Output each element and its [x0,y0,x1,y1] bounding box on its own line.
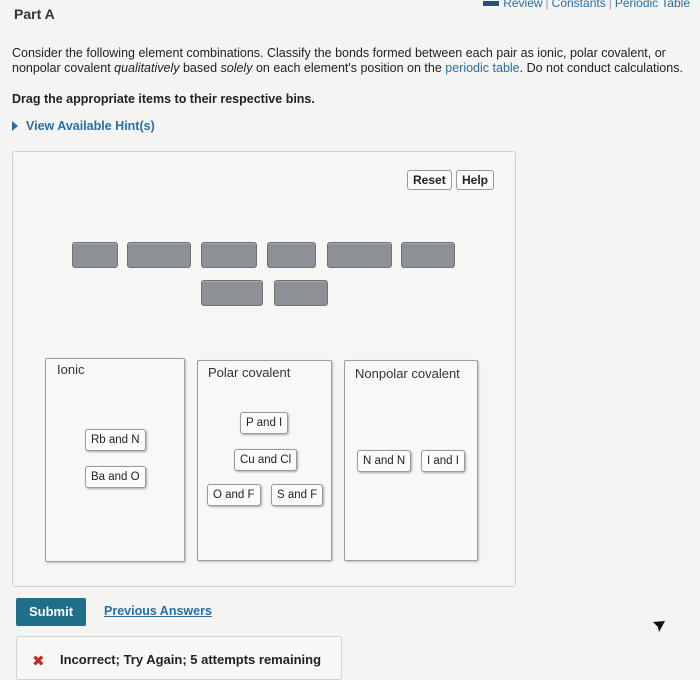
item-cu-and-cl[interactable]: Cu and Cl [234,449,298,471]
submit-button[interactable]: Submit [16,598,86,626]
part-title: Part A [14,6,55,22]
review-link[interactable]: Review [503,0,542,10]
item-n-and-n[interactable]: N and N [357,450,412,472]
constants-link[interactable]: Constants [552,0,606,10]
view-hints-toggle[interactable]: View Available Hint(s) [12,119,155,133]
error-x-icon: ✖ [32,653,45,670]
empty-item-slot[interactable] [127,242,191,268]
bin-ionic[interactable] [45,358,185,562]
empty-item-slot[interactable] [327,242,392,268]
item-i-and-i[interactable]: I and I [421,450,465,472]
bin-label-nonpolar-covalent: Nonpolar covalent [355,366,460,381]
caret-right-icon [12,121,18,131]
periodic-table-inline-link[interactable]: periodic table [445,61,519,75]
mouse-cursor-icon [653,621,665,632]
reset-button[interactable]: Reset [407,170,452,190]
help-button[interactable]: Help [456,170,495,190]
instruction: Drag the appropriate items to their resp… [12,92,315,106]
empty-item-slot[interactable] [201,280,263,306]
item-p-and-i[interactable]: P and I [240,412,289,434]
periodic-table-link[interactable]: Periodic Table [615,0,690,10]
empty-item-slot[interactable] [401,242,455,268]
toolbar-block-icon [483,1,500,7]
empty-item-slot[interactable] [274,280,328,306]
empty-item-slot[interactable] [201,242,257,268]
previous-answers-link[interactable]: Previous Answers [104,604,212,618]
bin-label-polar-covalent: Polar covalent [208,365,291,380]
item-s-and-f[interactable]: S and F [271,484,324,506]
item-rb-and-n[interactable]: Rb and N [85,429,146,451]
top-links: Review | Constants | Periodic Table [483,0,690,10]
empty-item-slot[interactable] [267,242,316,268]
item-ba-and-o[interactable]: Ba and O [85,466,146,488]
bin-label-ionic: Ionic [57,362,85,377]
item-o-and-f[interactable]: O and F [207,484,261,506]
question-text: Consider the following element combinati… [12,46,683,75]
feedback-text: Incorrect; Try Again; 5 attempts remaini… [60,652,322,667]
empty-item-slot[interactable] [72,242,118,268]
